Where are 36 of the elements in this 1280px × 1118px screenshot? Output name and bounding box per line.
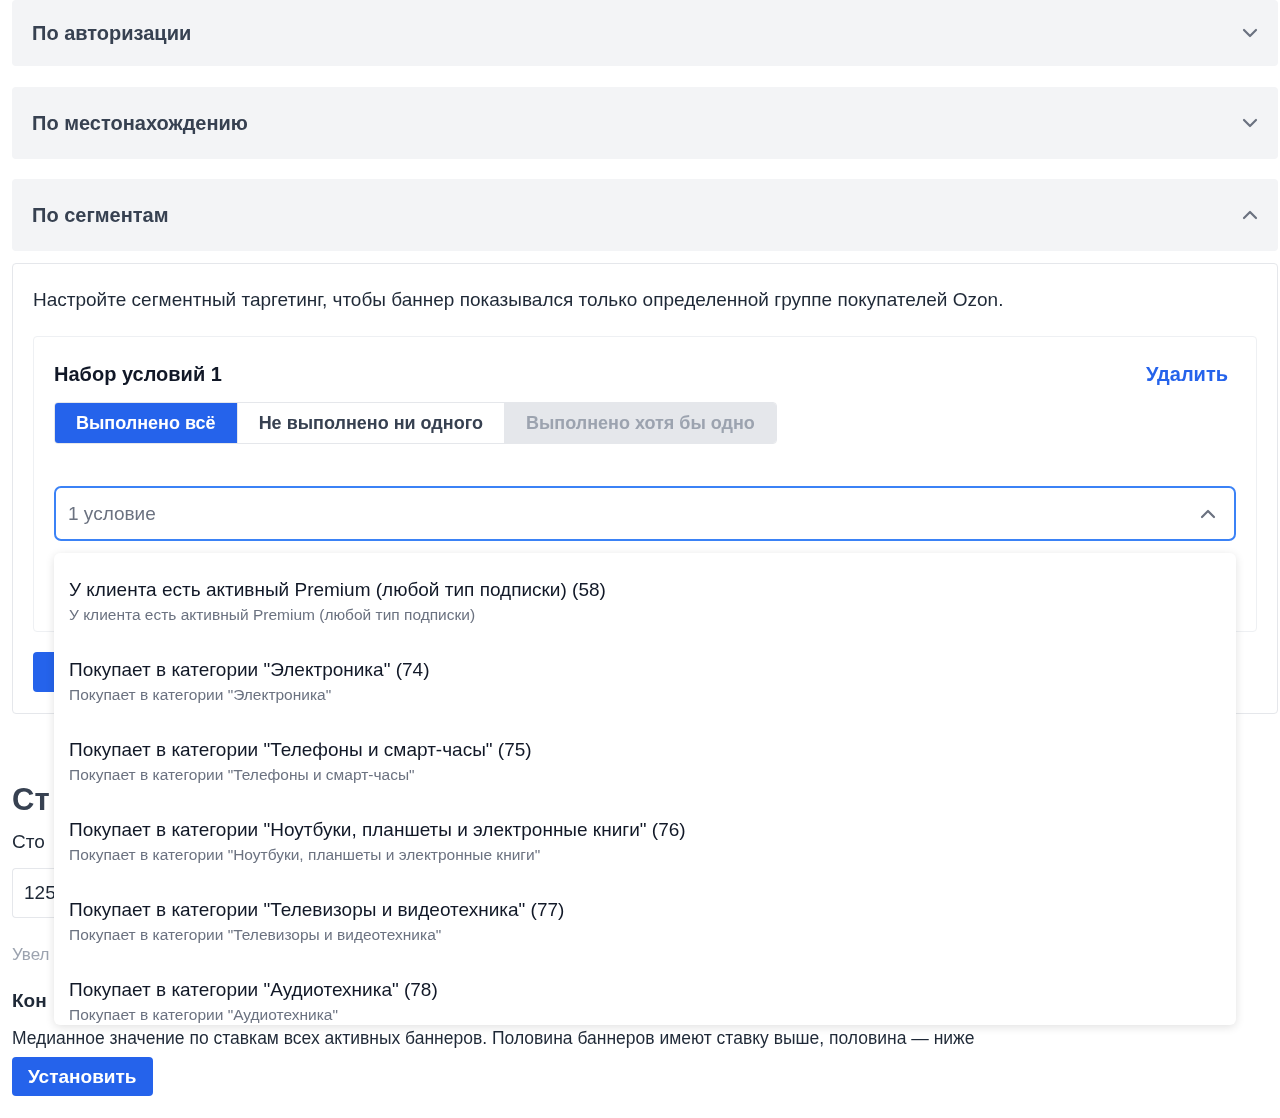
rate-input[interactable]: 125 [12, 868, 56, 918]
field-hint: Увел [12, 944, 50, 966]
select-placeholder: 1 условие [68, 502, 156, 525]
subheading: Кон [12, 989, 47, 1013]
accordion-title: По местонахождению [32, 111, 248, 135]
mode-tab[interactable]: Выполнено всё [55, 403, 238, 443]
panel-description: Настройте сегментный таргетинг, чтобы баннер показывался только определенной группе покупателей Ozon. [33, 288, 1005, 312]
condition-set-title: Набор условий 1 [54, 363, 222, 386]
option-description: Покупает в категории "Телевизоры и видеотехника" [69, 925, 443, 945]
section-heading: Ст [12, 782, 50, 818]
action-button[interactable] [33, 652, 55, 692]
option-description: Покупает в категории "Ноутбуки, планшеты и электронные книги" [69, 845, 542, 865]
median-description: Медианное значение по ставкам всех активных баннеров. Половина баннеров имеют ставку выше, половина — ниже [12, 1027, 976, 1049]
accordion-header[interactable]: По авторизации [12, 0, 1278, 66]
option-title[interactable]: У клиента есть активный Premium (любой тип подписки) (58) [69, 577, 1221, 603]
option-description: Покупает в категории "Электроника" [69, 685, 333, 705]
accordion-header[interactable]: По местонахождению [12, 87, 1278, 159]
option-title[interactable]: Покупает в категории "Телевизоры и видеотехника" (77) [69, 897, 1221, 923]
condition-select[interactable]: 1 условие [54, 486, 1236, 541]
option-description: Покупает в категории "Аудиотехника" [69, 1005, 339, 1025]
option-description: Покупает в категории "Телефоны и смарт-часы" [69, 765, 416, 785]
chevron-down-icon [1242, 118, 1258, 128]
accordion-header[interactable]: По сегментам [12, 179, 1278, 251]
option-title[interactable]: Покупает в категории "Телефоны и смарт-часы" (75) [69, 737, 1221, 763]
chevron-down-icon [1242, 28, 1258, 38]
option-title[interactable]: Покупает в категории "Аудиотехника" (78) [69, 977, 1221, 1003]
delete-link[interactable]: Удалить [1145, 363, 1228, 386]
option-title[interactable]: Покупает в категории "Ноутбуки, планшеты и электронные книги" (76) [69, 817, 1221, 843]
chevron-up-icon [1242, 210, 1258, 220]
accordion-title: По сегментам [32, 203, 169, 227]
accordion-title: По авторизации [32, 21, 192, 45]
option-description: У клиента есть активный Premium (любой тип подписки) [69, 605, 477, 625]
field-label: Сто [12, 830, 45, 854]
option-title[interactable]: Покупает в категории "Электроника" (74) [69, 657, 1221, 683]
chevron-up-icon [1200, 508, 1216, 519]
set-button[interactable]: Установить [12, 1057, 153, 1096]
